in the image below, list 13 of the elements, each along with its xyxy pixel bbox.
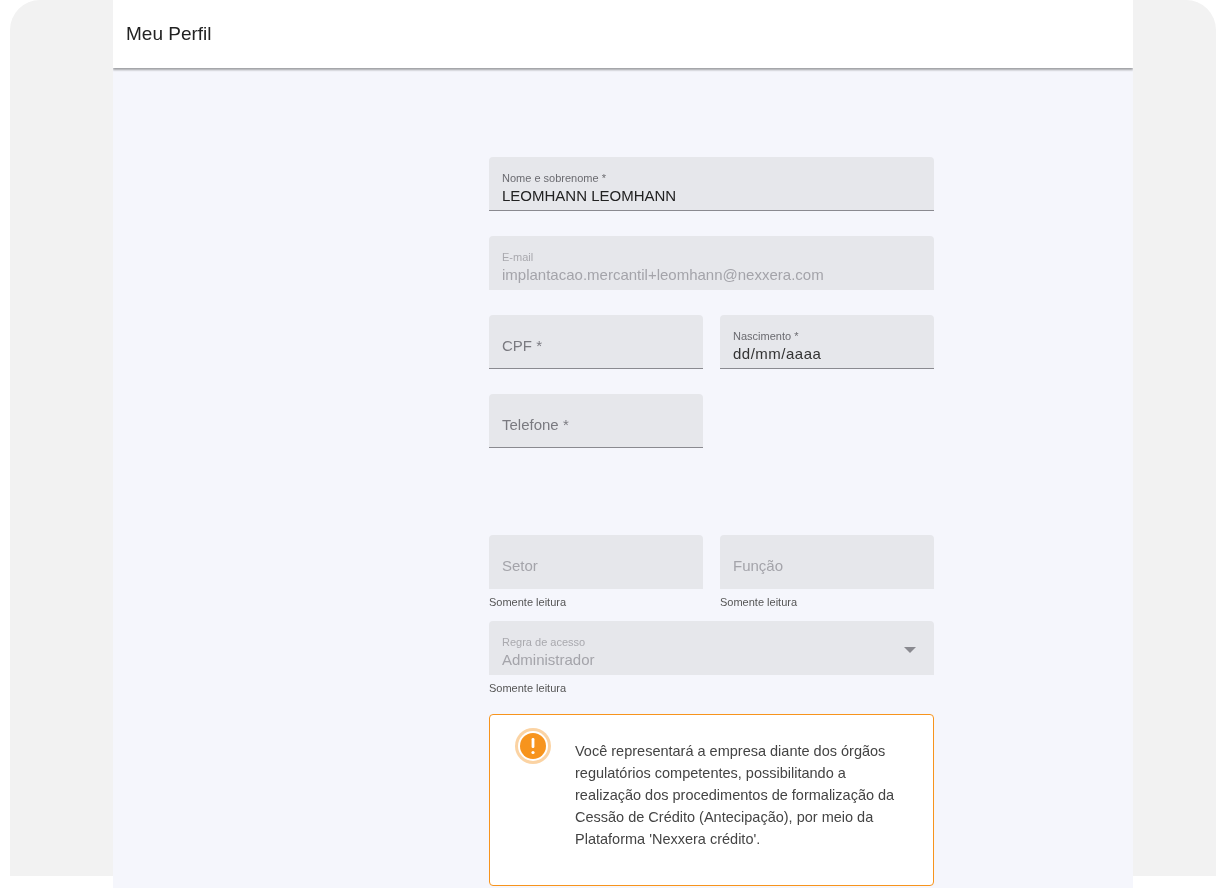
text-field[interactable]: CPF *: [489, 315, 703, 369]
page-title: Meu Perfil: [126, 23, 212, 45]
field-input[interactable]: LEOMHANN LEOMHANN: [502, 186, 921, 204]
warning-icon: [514, 727, 552, 765]
date-field[interactable]: Nascimento * dd/mm/aaaa: [720, 315, 934, 369]
helper-text: Somente leitura: [489, 596, 568, 609]
text-field[interactable]: Nome e sobrenome * LEOMHANN LEOMHANN: [489, 157, 934, 211]
field-input[interactable]: dd/mm/aaaa: [733, 344, 921, 362]
text-field[interactable]: Telefone *: [489, 394, 703, 448]
alert-message: Você representará a empresa diante dos órgãos regulatórios competentes, possibilitando a realização dos procedimentos de formalização da Cessão de Crédito (Antecipação), por meio da Plataforma 'Nexxera crédito'.: [575, 742, 896, 849]
helper-text: Somente leitura: [489, 682, 568, 695]
caret-icon: [904, 647, 916, 653]
helper-text: Somente leitura: [720, 596, 799, 609]
